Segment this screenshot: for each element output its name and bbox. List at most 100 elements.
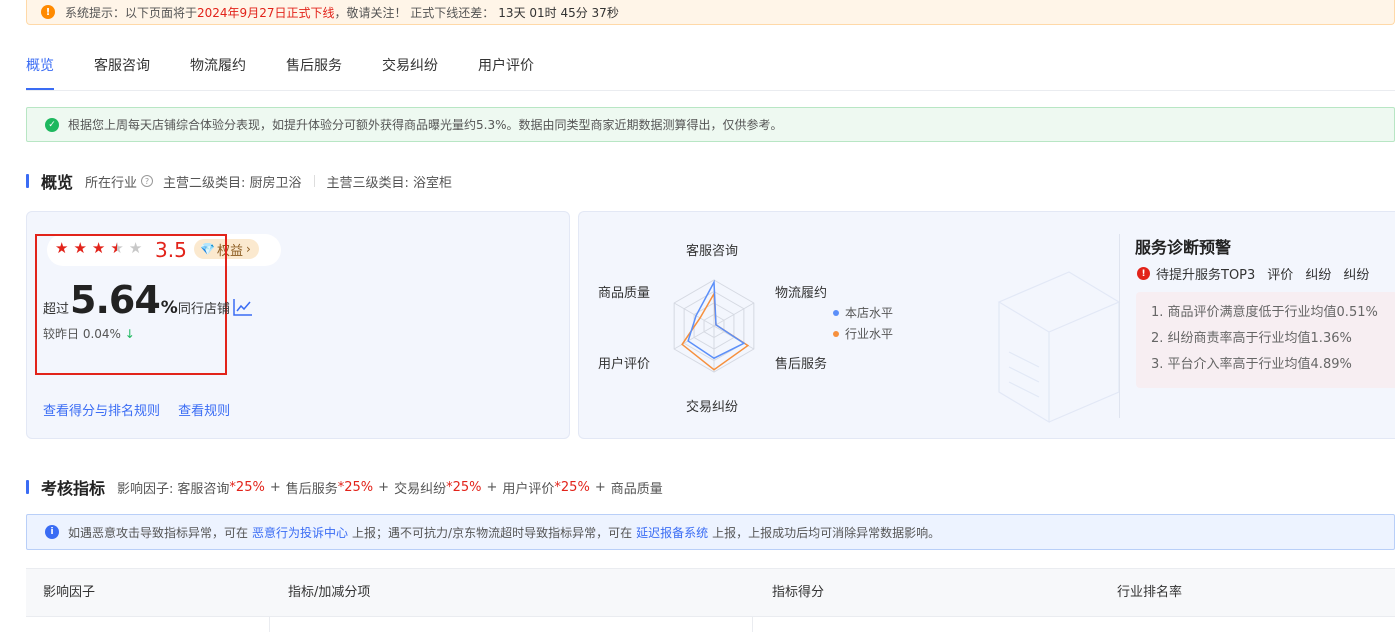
assessment-title: 考核指标 — [41, 479, 106, 498]
radar-label-customer-service: 客服咨询 — [686, 244, 739, 259]
radar-label-disputes: 交易纠纷 — [686, 400, 739, 415]
check-circle-icon: ✓ — [45, 117, 59, 132]
overview-meta: 所在行业 ? 主营二级类目: 厨房卫浴 主营三级类目: 浴室柜 — [85, 172, 452, 191]
diagnosis-item: 3. 平台介入率高于行业均值4.89% — [1151, 357, 1352, 372]
plus-sign: + — [378, 479, 390, 495]
plus-sign: + — [269, 479, 281, 495]
factor-name: 用户评价 — [502, 481, 555, 497]
tab-user-reviews[interactable]: 用户评价 — [478, 56, 534, 90]
diagnosis-item: 1. 商品评价满意度低于行业均值0.51% — [1151, 305, 1378, 320]
divider — [1119, 234, 1120, 418]
tab-divider — [26, 90, 1395, 91]
view-rules-link[interactable]: 查看规则 — [178, 404, 230, 419]
notice-date: 2024年9月27日正式下线 — [197, 5, 335, 20]
overview-header: 概览 所在行业 ? 主营二级类目: 厨房卫浴 主营三级类目: 浴室柜 — [26, 169, 452, 193]
exposure-tip-text: 根据您上周每天店铺综合体验分表现，如提升体验分可额外获得商品曝光量约5.3%。数… — [68, 118, 783, 132]
column-divider — [752, 617, 753, 632]
exceed-value: 5.64 — [70, 278, 161, 322]
diagnosis-tag: 评价 — [1267, 268, 1294, 283]
radar-series-store — [687, 279, 746, 360]
notice-prefix: 系统提示：以下页面将于 — [65, 5, 198, 20]
exceed-suffix: 同行店铺 — [177, 302, 230, 317]
help-icon[interactable]: ? — [141, 175, 154, 187]
table-header: 影响因子 指标/加减分项 指标得分 行业排名率 — [26, 569, 1395, 617]
radar-label-product-quality: 商品质量 — [598, 286, 651, 301]
radar-label-logistics: 物流履约 — [775, 286, 828, 301]
tip-text: 上报，上报成功后均可消除异常数据影响。 — [712, 525, 941, 540]
info-icon: i — [45, 525, 59, 539]
diagnosis-sub-label: 待提升服务TOP3 — [1156, 268, 1256, 283]
column-divider — [269, 617, 270, 632]
rule-links: 查看得分与排名规则 查看规则 — [43, 400, 244, 419]
diagnosis-item: 2. 纠纷商责率高于行业均值1.36% — [1151, 331, 1352, 346]
column-header: 影响因子 — [43, 585, 96, 600]
factor-weight: *25% — [554, 479, 590, 495]
arrow-down-icon: ↓ — [124, 327, 135, 341]
diagnosis-subtitle: ! 待提升服务TOP3 评价 纠纷 纠纷 — [1137, 264, 1369, 283]
exceed-stat: 超过 5.64 % 同行店铺 — [43, 278, 230, 322]
category2: 主营二级类目: 厨房卫浴 — [163, 175, 302, 191]
trend-chart-icon[interactable] — [233, 298, 253, 316]
compare-yesterday: 较昨日 0.04% ↓ — [43, 325, 135, 342]
radar-label-after-sales: 售后服务 — [775, 357, 828, 372]
tab-customer-service[interactable]: 客服咨询 — [94, 56, 150, 90]
column-header: 行业排名率 — [1117, 585, 1183, 600]
anomaly-report-tip: i 如遇恶意攻击导致指标异常，可在 恶意行为投诉中心 上报；遇不可抗力/京东物流… — [26, 514, 1395, 550]
category3: 主营三级类目: 浴室柜 — [326, 175, 453, 191]
compare-label: 较昨日 0.04% — [43, 327, 121, 341]
warning-icon: ! — [41, 5, 55, 19]
column-header: 指标/加减分项 — [288, 585, 371, 600]
notice-countdown: 13天 01时 45分 37秒 — [498, 5, 619, 20]
overview-title: 概览 — [41, 173, 74, 192]
plus-sign: + — [486, 479, 498, 495]
diagnosis-list: 1. 商品评价满意度低于行业均值0.51% 2. 纠纷商责率高于行业均值1.36… — [1136, 292, 1395, 388]
chevron-right-icon: › — [245, 242, 251, 256]
score-card: ★ ★ ★ ★ ★ 3.5 💎 权益 › 超过 5.64 % 同行店铺 较昨日 … — [26, 211, 570, 439]
radar-label-user-reviews: 用户评价 — [598, 357, 651, 372]
legend-store: 本店水平 — [833, 304, 893, 321]
metrics-table: 影响因子 指标/加减分项 指标得分 行业排名率 — [26, 568, 1395, 632]
assessment-factors: 影响因子: 客服咨询 *25% + 售后服务 *25% + 交易纠纷 *25% + 用… — [117, 478, 663, 497]
malicious-complaint-link[interactable]: 恶意行为投诉中心 — [252, 524, 348, 541]
tab-after-sales[interactable]: 售后服务 — [286, 56, 342, 90]
legend-industry: 行业水平 — [833, 325, 893, 342]
factor-name: 交易纠纷 — [394, 481, 447, 497]
score-rank-rules-link[interactable]: 查看得分与排名规则 — [43, 404, 160, 419]
factor-weight: *25% — [229, 479, 265, 495]
exceed-prefix: 超过 — [43, 302, 70, 317]
diagnosis-tag: 纠纷 — [1343, 268, 1370, 283]
industry-label: 所在行业 — [85, 175, 138, 191]
decoration-illustration — [997, 271, 1121, 424]
factor-weight: *25% — [446, 479, 482, 495]
alert-icon: ! — [1137, 267, 1150, 280]
factor-name: 售后服务 — [285, 481, 338, 497]
tab-disputes[interactable]: 交易纠纷 — [382, 56, 438, 90]
legend-store-label: 本店水平 — [845, 306, 894, 320]
radar-card: 客服咨询 物流履约 售后服务 交易纠纷 用户评价 商品质量 本店水平 行业水平 … — [578, 211, 1395, 439]
exposure-tip: ✓ 根据您上周每天店铺综合体验分表现，如提升体验分可额外获得商品曝光量约5.3%… — [26, 107, 1395, 142]
column-header: 指标得分 — [772, 585, 825, 600]
diagnosis-title: 服务诊断预警 — [1135, 238, 1232, 257]
factor-name: 商品质量 — [610, 481, 663, 497]
tip-text: 如遇恶意攻击导致指标异常，可在 — [68, 525, 249, 540]
exceed-unit: % — [160, 298, 178, 318]
factor-name: 客服咨询 — [177, 481, 230, 497]
section-marker — [26, 480, 29, 494]
system-notice-bar: ! 系统提示：以下页面将于 2024年9月27日正式下线 ，敬请关注！ 正式下线… — [26, 0, 1395, 25]
factor-weight: *25% — [337, 479, 374, 495]
plus-sign: + — [594, 479, 606, 495]
notice-mid: ，敬请关注！ 正式下线还差： — [334, 5, 495, 20]
factor-label: 影响因子: — [117, 481, 174, 497]
assessment-header: 考核指标 影响因子: 客服咨询 *25% + 售后服务 *25% + 交易纠纷 *25… — [26, 475, 663, 499]
legend-industry-label: 行业水平 — [845, 327, 894, 341]
delay-report-link[interactable]: 延迟报备系统 — [636, 524, 708, 541]
section-marker — [26, 174, 29, 188]
tip-text: 上报；遇不可抗力/京东物流超时导致指标异常，可在 — [352, 525, 633, 540]
legend-dot-store — [833, 309, 839, 316]
tab-logistics[interactable]: 物流履约 — [190, 56, 246, 90]
legend-dot-industry — [833, 330, 839, 337]
diagnosis-tag: 纠纷 — [1305, 268, 1332, 283]
tab-overview[interactable]: 概览 — [26, 56, 54, 90]
divider — [313, 175, 315, 187]
tab-bar: 概览 客服咨询 物流履约 售后服务 交易纠纷 用户评价 — [26, 56, 574, 90]
